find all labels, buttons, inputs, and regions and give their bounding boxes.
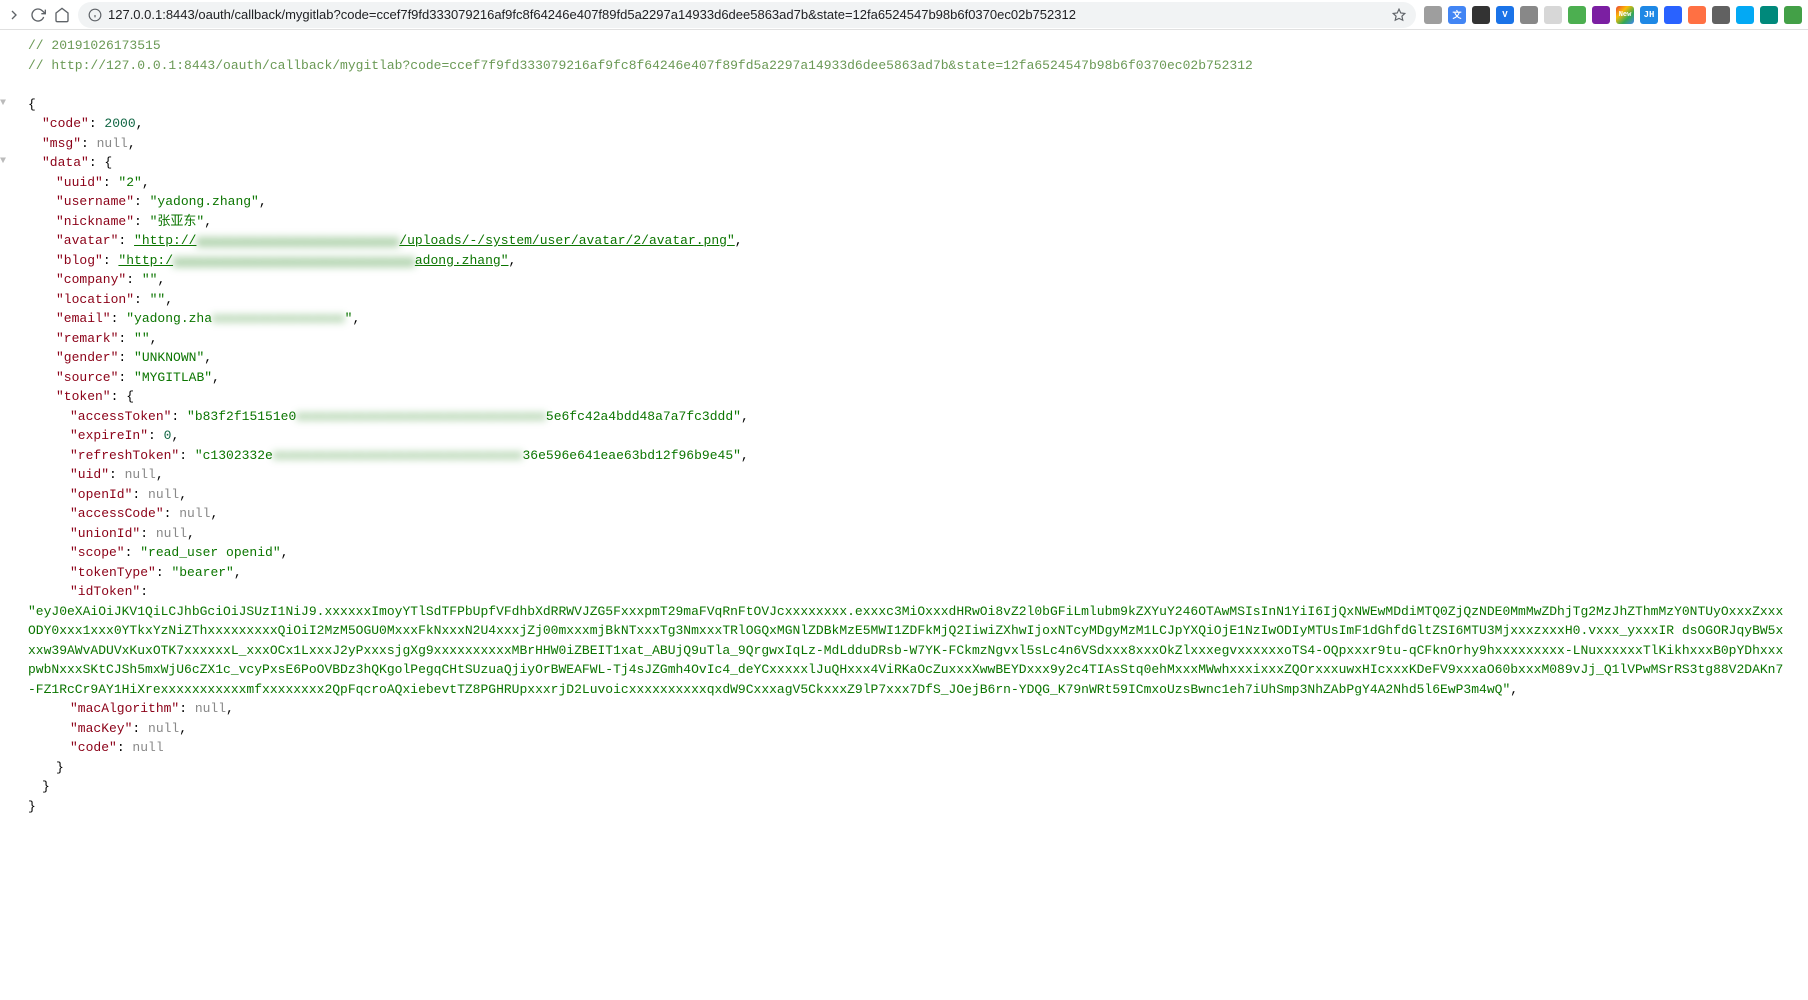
json-row-uuid: "uuid": "2",	[6, 173, 1808, 193]
extension-icon[interactable]	[1664, 6, 1682, 24]
json-row-idtoken-val: "eyJ0eXAiOiJKV1QiLCJhbGciOiJSUzI1NiJ9.xx…	[6, 602, 1808, 700]
extension-icon[interactable]: New	[1616, 6, 1634, 24]
json-row-location: "location": "",	[6, 290, 1808, 310]
extensions-row: 文 V New JH	[1424, 6, 1802, 24]
json-row-email: "email": "yadong.zhaxxxxxxxxxxxxxxxxx",	[6, 309, 1808, 329]
json-row-tokentype: "tokenType": "bearer",	[6, 563, 1808, 583]
star-icon[interactable]	[1392, 8, 1406, 22]
browser-toolbar: 127.0.0.1:8443/oauth/callback/mygitlab?c…	[0, 0, 1808, 30]
comment-url: // http://127.0.0.1:8443/oauth/callback/…	[6, 56, 1808, 76]
json-row-source: "source": "MYGITLAB",	[6, 368, 1808, 388]
json-row-unionid: "unionId": null,	[6, 524, 1808, 544]
extension-icon[interactable]: JH	[1640, 6, 1658, 24]
json-row-mackey: "macKey": null,	[6, 719, 1808, 739]
json-row-msg: "msg": null,	[6, 134, 1808, 154]
json-row-token: "token": {	[6, 387, 1808, 407]
json-row-code: "code": 2000,	[6, 114, 1808, 134]
extension-icon[interactable]	[1784, 6, 1802, 24]
extension-icon[interactable]	[1592, 6, 1610, 24]
json-viewer: ▼ ▼ // 20191026173515 // http://127.0.0.…	[0, 30, 1808, 822]
json-row-expirein: "expireIn": 0,	[6, 426, 1808, 446]
home-button[interactable]	[54, 7, 70, 23]
extension-icon[interactable]	[1544, 6, 1562, 24]
address-bar[interactable]: 127.0.0.1:8443/oauth/callback/mygitlab?c…	[78, 2, 1416, 28]
close-brace-data: }	[42, 779, 50, 794]
json-row-gender: "gender": "UNKNOWN",	[6, 348, 1808, 368]
json-row-avatar: "avatar": "http://xxxxxxxxxxxxxxxxxxxxxx…	[6, 231, 1808, 251]
extension-icon[interactable]: V	[1496, 6, 1514, 24]
url-text: 127.0.0.1:8443/oauth/callback/mygitlab?c…	[108, 7, 1386, 22]
json-row-blog: "blog": "http:/xxxxxxxxxxxxxxxxxxxxxxxxx…	[6, 251, 1808, 271]
close-brace-root: }	[28, 799, 36, 814]
json-row-openid: "openId": null,	[6, 485, 1808, 505]
extension-icon[interactable]	[1688, 6, 1706, 24]
json-row-uid: "uid": null,	[6, 465, 1808, 485]
extension-icon[interactable]	[1520, 6, 1538, 24]
collapse-toggle[interactable]: ▼	[0, 99, 8, 109]
reload-button[interactable]	[30, 7, 46, 23]
json-row-company: "company": "",	[6, 270, 1808, 290]
json-row-accesscode: "accessCode": null,	[6, 504, 1808, 524]
extension-icon[interactable]	[1736, 6, 1754, 24]
json-row-scope: "scope": "read_user openid",	[6, 543, 1808, 563]
extension-icon[interactable]	[1568, 6, 1586, 24]
json-row-macalgorithm: "macAlgorithm": null,	[6, 699, 1808, 719]
extension-icon[interactable]	[1760, 6, 1778, 24]
translate-icon[interactable]: 文	[1448, 6, 1466, 24]
comment-timestamp: // 20191026173515	[6, 36, 1808, 56]
json-row-remark: "remark": "",	[6, 329, 1808, 349]
extension-icon[interactable]	[1472, 6, 1490, 24]
json-row-token-code: "code": null	[6, 738, 1808, 758]
open-brace: {	[28, 97, 36, 112]
blank-line	[6, 75, 1808, 95]
json-row-idtoken-key: "idToken":	[6, 582, 1808, 602]
close-brace-token: }	[56, 760, 64, 775]
json-row-accesstoken: "accessToken": "b83f2f15151e0xxxxxxxxxxx…	[6, 407, 1808, 427]
collapse-toggle[interactable]: ▼	[0, 157, 8, 167]
json-row-username: "username": "yadong.zhang",	[6, 192, 1808, 212]
site-info-icon[interactable]	[88, 8, 102, 22]
extension-icon[interactable]	[1712, 6, 1730, 24]
forward-button[interactable]	[6, 7, 22, 23]
json-row-refreshtoken: "refreshToken": "c1302332exxxxxxxxxxxxxx…	[6, 446, 1808, 466]
extension-icon[interactable]	[1424, 6, 1442, 24]
json-row-nickname: "nickname": "张亚东",	[6, 212, 1808, 232]
json-row-data: "data": {	[6, 153, 1808, 173]
